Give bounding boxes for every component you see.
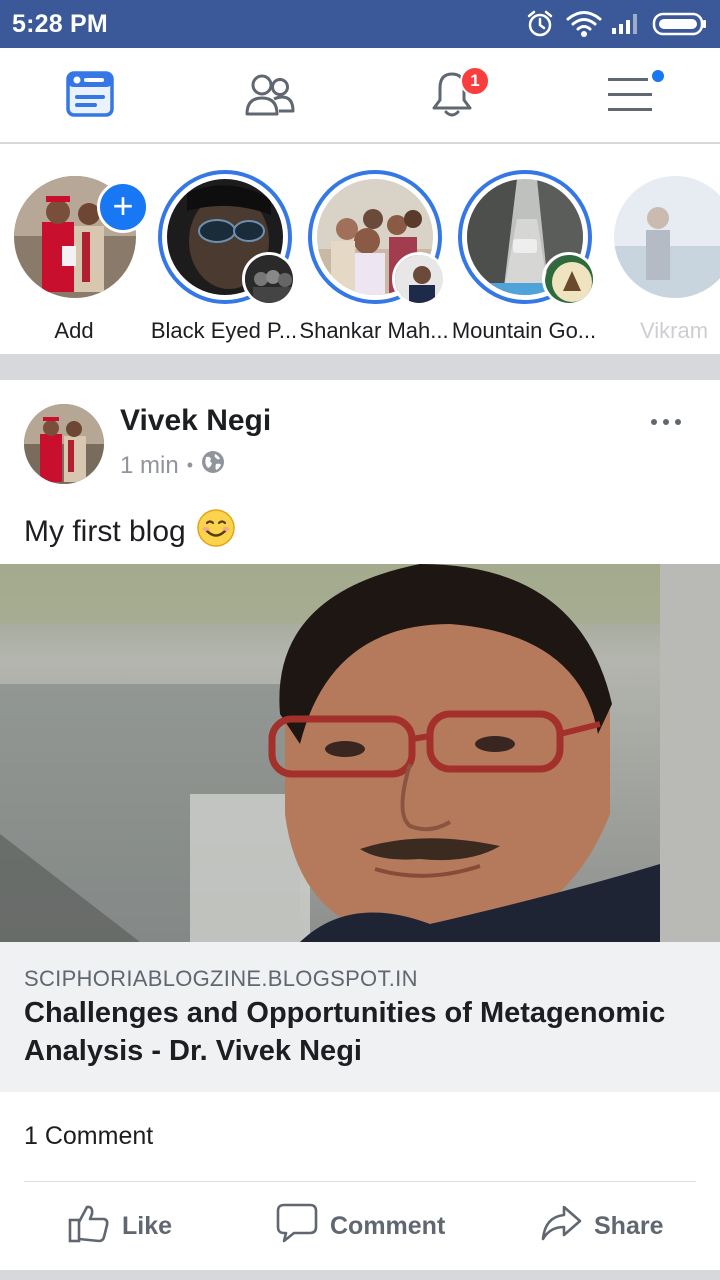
post-time[interactable]: 1 min [120, 452, 179, 480]
notification-badge: 1 [460, 66, 490, 96]
signal-icon [610, 12, 642, 41]
story-black-eyed-peas[interactable]: Black Eyed P... [150, 166, 297, 346]
battery-icon [652, 12, 708, 41]
stories-tray: + Add Black Eyed P... Shankar Mah... Mou… [0, 146, 720, 354]
comment-label: Comment [330, 1211, 446, 1240]
alarm-icon [526, 9, 554, 44]
story-label: Mountain Go... [451, 318, 597, 343]
story-label: Add [54, 318, 94, 343]
link-title: Challenges and Opportunities of Metageno… [24, 997, 666, 1067]
section-separator [0, 1270, 720, 1280]
post-meta: 1 min • [120, 450, 225, 481]
tab-friends[interactable] [210, 48, 330, 144]
story-label: Black Eyed P... [150, 318, 298, 343]
thumbs-up-icon [68, 1203, 110, 1250]
story-add[interactable]: + Add [0, 166, 149, 346]
story-label: Vikram [639, 318, 709, 343]
friends-icon [244, 72, 296, 121]
meta-separator: • [186, 455, 193, 475]
comment-bubble-icon [276, 1203, 318, 1250]
tab-news-feed[interactable] [30, 48, 150, 144]
comments-count[interactable]: 1 Comment [24, 1122, 153, 1151]
story-shankar-mahadevan[interactable]: Shankar Mah... [299, 166, 449, 346]
wifi-icon [566, 10, 602, 43]
section-separator [0, 354, 720, 380]
post-header: Vivek Negi 1 min • [0, 380, 720, 500]
story-page-avatar [392, 252, 446, 306]
author-avatar[interactable] [24, 404, 104, 484]
status-time: 5:28 PM [12, 10, 108, 38]
share-arrow-icon [540, 1203, 582, 1250]
link-domain: SCIPHORIABLOGZINE.BLOGSPOT.IN [24, 966, 418, 991]
post-actions: Like Comment Share [0, 1182, 720, 1270]
share-label: Share [594, 1211, 664, 1240]
globe-icon [201, 450, 225, 481]
comment-button[interactable]: Comment [276, 1182, 445, 1270]
add-story-button[interactable]: + [97, 181, 149, 233]
post-options-button[interactable] [646, 412, 686, 432]
story-vikram[interactable]: Vikram [600, 166, 720, 346]
hamburger-menu-icon [606, 74, 654, 119]
news-feed-icon [66, 70, 114, 122]
story-label: Shankar Mah... [299, 318, 449, 343]
link-preview-image[interactable] [0, 564, 720, 942]
story-page-avatar [242, 252, 296, 306]
smiling-face-icon [196, 508, 236, 556]
like-button[interactable]: Like [68, 1182, 172, 1270]
post-author-name[interactable]: Vivek Negi [120, 404, 271, 438]
menu-notification-dot [650, 68, 666, 84]
post-message: My first blog [24, 515, 186, 548]
story-page-avatar [542, 252, 596, 306]
story-thumbnail [614, 176, 720, 298]
post-text: My first blog [24, 508, 236, 556]
tab-notifications[interactable]: 1 [392, 48, 512, 144]
status-bar: 5:28 PM [0, 0, 720, 48]
top-nav-bar: 1 [0, 48, 720, 144]
link-preview-card[interactable]: SCIPHORIABLOGZINE.BLOGSPOT.IN Challenges… [0, 942, 720, 1092]
like-label: Like [122, 1211, 173, 1240]
share-button[interactable]: Share [540, 1182, 663, 1270]
tab-menu[interactable] [570, 48, 690, 144]
story-mountain-goat[interactable]: Mountain Go... [450, 166, 596, 346]
